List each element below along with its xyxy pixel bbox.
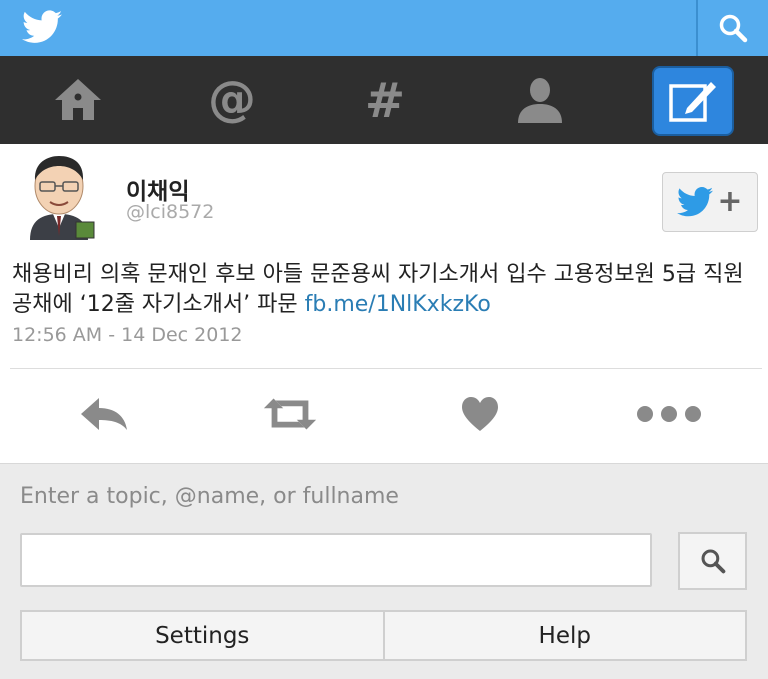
tweet-link[interactable]: fb.me/1NlKxkzKo	[305, 292, 491, 317]
tweet-author-handle[interactable]: @lci8572	[126, 201, 214, 223]
home-icon	[55, 79, 101, 120]
search-submit-button[interactable]	[678, 532, 747, 590]
tweet-timestamp[interactable]: 12:56 AM - 14 Dec 2012	[12, 324, 243, 346]
settings-button[interactable]: Settings	[22, 612, 383, 659]
more-button[interactable]	[636, 392, 702, 436]
tweet-card: 이채익 @lci8572 + 채용비리 의혹 문재인 후보 아들 문준용씨 자기…	[0, 144, 768, 464]
footer-buttons: Settings Help	[20, 610, 747, 661]
hashtag-icon: #	[365, 75, 405, 125]
nav-compose[interactable]	[652, 66, 734, 136]
search-input[interactable]	[20, 533, 652, 587]
avatar[interactable]	[20, 154, 98, 240]
compose-icon	[669, 82, 716, 122]
follow-plus: +	[717, 184, 743, 219]
search-icon	[719, 14, 748, 43]
nav-mentions[interactable]: @	[192, 66, 272, 134]
reply-icon	[81, 398, 127, 430]
search-hint: Enter a topic, @name, or fullname	[20, 484, 399, 509]
favorite-button[interactable]	[450, 392, 510, 436]
more-icon	[637, 406, 701, 422]
follow-icon	[677, 187, 714, 217]
top-bar	[0, 0, 768, 56]
person-icon	[518, 78, 562, 123]
svg-text:@: @	[208, 73, 256, 127]
svg-text:#: #	[365, 75, 405, 125]
nav-profile[interactable]	[500, 66, 580, 134]
search-button[interactable]	[698, 0, 768, 56]
section-divider	[0, 463, 768, 464]
tweet-divider	[10, 368, 762, 369]
heart-icon	[462, 397, 498, 431]
tweet-text: 채용비리 의혹 문재인 후보 아들 문준용씨 자기소개서 입수 고용정보원 5급…	[12, 260, 762, 320]
reply-button[interactable]	[74, 392, 134, 436]
at-icon: @	[208, 73, 256, 127]
follow-button[interactable]: +	[662, 172, 758, 232]
nav-discover[interactable]: #	[345, 66, 425, 134]
nav-home[interactable]	[38, 66, 118, 134]
nav-bar: @ #	[0, 56, 768, 144]
twitter-bird-icon[interactable]	[22, 10, 62, 44]
retweet-button[interactable]	[260, 392, 320, 436]
retweet-icon	[263, 398, 317, 430]
search-icon	[701, 549, 725, 574]
help-button[interactable]: Help	[382, 612, 746, 659]
